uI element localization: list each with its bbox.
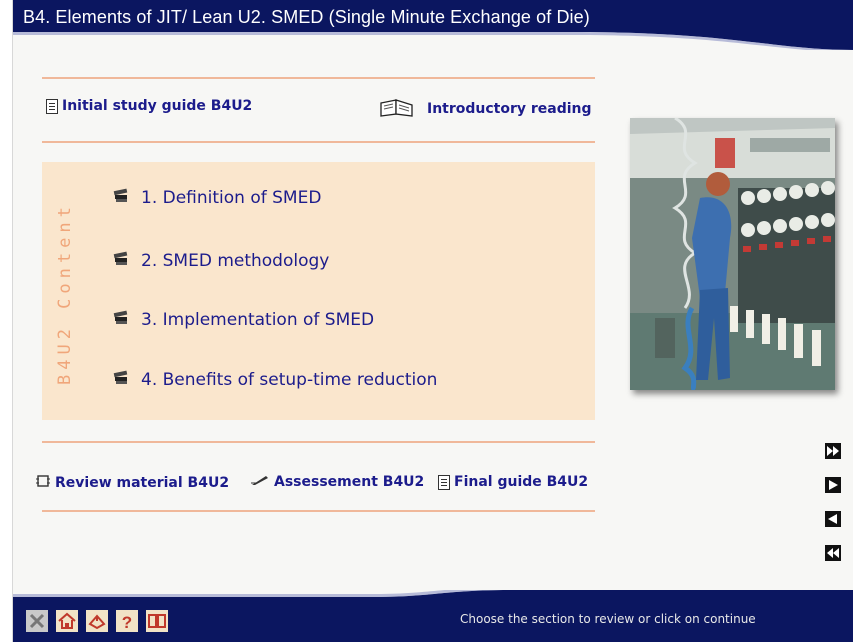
fast-forward-button[interactable] [825, 443, 841, 459]
factory-photo [630, 118, 835, 390]
introductory-reading-link[interactable]: Introductory reading [379, 97, 592, 121]
open-book-icon [379, 97, 415, 121]
assessment-label: Assessement B4U2 [274, 474, 425, 490]
help-button[interactable]: ? [116, 610, 138, 632]
review-icon [36, 474, 50, 492]
document-icon [46, 98, 58, 114]
close-button[interactable] [26, 610, 48, 632]
home-icon [56, 610, 78, 632]
fast-forward-icon [825, 443, 841, 459]
home-button[interactable] [56, 610, 78, 632]
pen-icon [251, 474, 269, 490]
topic-label: 4. Benefits of setup-time reduction [141, 369, 438, 390]
page: B4. Elements of JIT/ Lean U2. SMED (Sing… [12, 0, 853, 642]
books-icon [113, 187, 129, 208]
review-material-label: Review material B4U2 [55, 475, 230, 491]
header-bar: B4. Elements of JIT/ Lean U2. SMED (Sing… [13, 0, 853, 50]
books-icon [113, 250, 129, 271]
play-forward-icon [825, 477, 841, 493]
final-guide-link[interactable]: Final guide B4U2 [438, 474, 588, 490]
books-icon [113, 369, 129, 390]
next-button[interactable] [825, 477, 841, 493]
assessment-link[interactable]: Assessement B4U2 [251, 474, 424, 490]
initial-study-guide-link[interactable]: Initial study guide B4U2 [46, 98, 252, 114]
books-icon [113, 309, 129, 330]
divider [42, 510, 595, 512]
svg-text:?: ? [122, 613, 132, 632]
initial-study-guide-label: Initial study guide B4U2 [62, 98, 253, 114]
document-icon [438, 474, 450, 490]
help-icon: ? [116, 610, 138, 632]
rewind-icon [825, 545, 841, 561]
final-guide-label: Final guide B4U2 [454, 474, 589, 490]
divider [42, 441, 595, 443]
divider [42, 141, 595, 143]
topic-methodology-link[interactable]: 2. SMED methodology [113, 250, 329, 271]
close-icon [26, 610, 48, 632]
map-button[interactable] [86, 610, 108, 632]
status-message: Choose the section to review or click on… [460, 612, 756, 626]
topic-implementation-link[interactable]: 3. Implementation of SMED [113, 309, 374, 330]
glossary-button[interactable] [146, 610, 168, 632]
topic-label: 2. SMED methodology [141, 250, 330, 271]
map-icon [86, 610, 108, 632]
rewind-button[interactable] [825, 545, 841, 561]
introductory-reading-label: Introductory reading [427, 101, 592, 117]
review-material-link[interactable]: Review material B4U2 [36, 474, 229, 492]
divider [42, 77, 595, 79]
play-back-icon [825, 511, 841, 527]
page-title: B4. Elements of JIT/ Lean U2. SMED (Sing… [23, 7, 590, 27]
previous-button[interactable] [825, 511, 841, 527]
topic-label: 3. Implementation of SMED [141, 309, 375, 330]
topic-definition-link[interactable]: 1. Definition of SMED [113, 187, 321, 208]
topic-label: 1. Definition of SMED [141, 187, 322, 208]
topic-benefits-link[interactable]: 4. Benefits of setup-time reduction [113, 369, 437, 390]
glossary-book-icon [146, 610, 168, 632]
section-label: B4U2 Content [55, 202, 75, 385]
